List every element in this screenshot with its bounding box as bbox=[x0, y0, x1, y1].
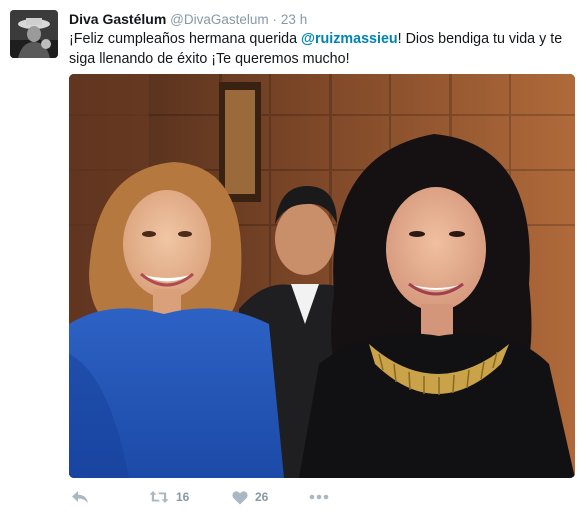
tweet: Diva Gastélum @DivaGastelum · 23 h ¡Feli… bbox=[0, 0, 587, 520]
author-display-name[interactable]: Diva Gastélum bbox=[69, 11, 166, 27]
tweet-text-start: ¡Feliz cumpleaños hermana querida bbox=[69, 31, 302, 47]
reply-icon bbox=[71, 489, 89, 505]
heart-icon bbox=[232, 490, 248, 505]
tweet-photo[interactable] bbox=[69, 74, 575, 478]
avatar[interactable] bbox=[10, 10, 58, 58]
retweet-button[interactable]: 16 bbox=[149, 486, 189, 508]
tweet-actions: 16 26 bbox=[69, 486, 369, 508]
reply-button[interactable] bbox=[71, 486, 89, 508]
like-count: 26 bbox=[255, 490, 269, 504]
retweet-count: 16 bbox=[176, 490, 190, 504]
retweet-icon bbox=[149, 489, 169, 505]
tweet-timestamp[interactable]: 23 h bbox=[281, 12, 307, 27]
author-handle[interactable]: @DivaGastelum bbox=[170, 12, 268, 27]
tweet-text: ¡Feliz cumpleaños hermana querida @ruizm… bbox=[69, 29, 569, 69]
separator-dot: · bbox=[272, 12, 278, 27]
more-button[interactable] bbox=[309, 486, 329, 508]
like-button[interactable]: 26 bbox=[232, 486, 268, 508]
mention-link[interactable]: @ruizmassieu bbox=[301, 31, 398, 47]
tweet-header: Diva Gastélum @DivaGastelum · 23 h bbox=[69, 10, 307, 28]
more-icon bbox=[309, 494, 329, 500]
